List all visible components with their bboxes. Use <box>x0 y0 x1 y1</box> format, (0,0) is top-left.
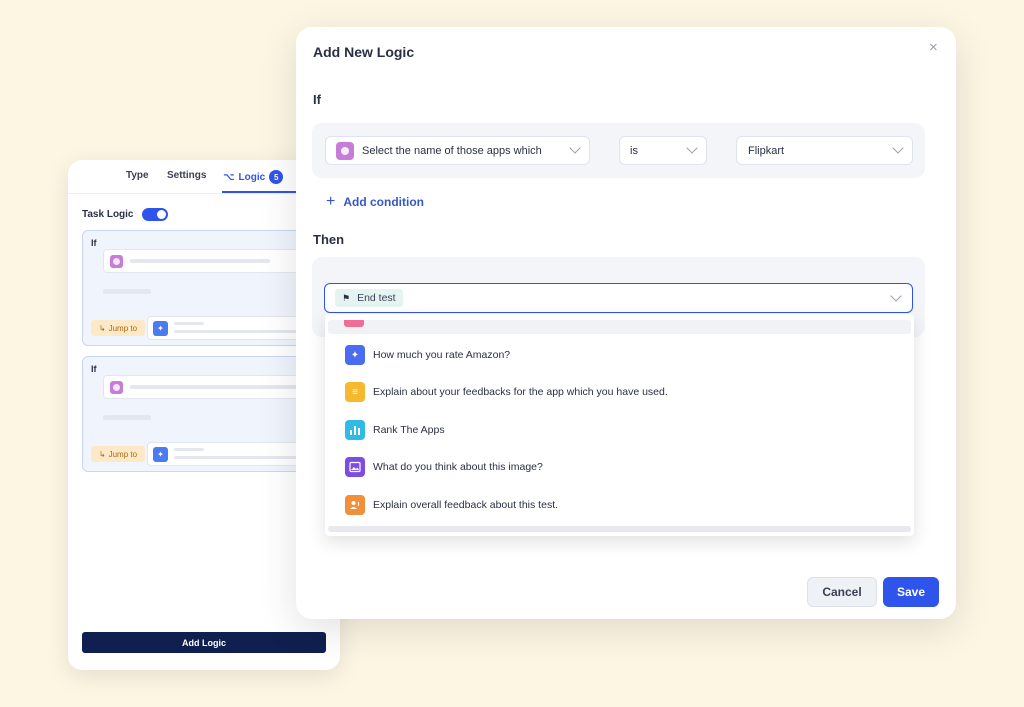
task-logic-setting: Task Logic <box>82 208 168 221</box>
dropdown-option[interactable]: ✦ How much you rate Amazon? <box>345 345 510 365</box>
add-condition-label: Add condition <box>343 195 424 209</box>
modal-title: Add New Logic <box>313 44 415 60</box>
condition-box: Select the name of those apps which is F… <box>312 123 925 178</box>
if-label: If <box>91 238 97 248</box>
text-lines-icon: ≡ <box>345 382 365 402</box>
action-dropdown: ✦ How much you rate Amazon? ≡ Explain ab… <box>325 314 914 536</box>
jump-to-badge: ↳ Jump to <box>91 446 145 462</box>
tab-logic-label: Logic <box>238 171 266 183</box>
branch-icon: ⌥ <box>223 171 235 183</box>
placeholder-bar <box>103 415 151 420</box>
option-label: What do you think about this image? <box>373 461 543 473</box>
image-icon <box>345 457 365 477</box>
add-condition-button[interactable]: + Add condition <box>326 193 424 211</box>
if-section-label: If <box>313 92 321 107</box>
close-icon[interactable]: × <box>929 39 938 56</box>
add-logic-modal: Add New Logic × If Select the name of th… <box>296 27 956 619</box>
rating-icon: ✦ <box>345 345 365 365</box>
dropdown-partial-item[interactable] <box>328 320 911 334</box>
then-section-label: Then <box>313 232 345 247</box>
dropdown-option[interactable]: What do you think about this image? <box>345 457 543 477</box>
placeholder-bar <box>174 322 204 325</box>
jump-to-badge: ↳ Jump to <box>91 320 145 336</box>
tab-logic[interactable]: ⌥ Logic 5 <box>223 170 284 184</box>
task-logic-label: Task Logic <box>82 209 134 220</box>
dropdown-option[interactable]: Rank The Apps <box>345 420 445 440</box>
bar-chart-icon <box>345 420 365 440</box>
placeholder-bar <box>130 259 270 263</box>
question-icon <box>344 320 364 327</box>
operator-select-value: is <box>630 144 638 157</box>
jump-arrow-icon: ↳ <box>98 323 106 333</box>
logic-count-badge: 5 <box>269 170 284 184</box>
cancel-button[interactable]: Cancel <box>807 577 877 607</box>
rating-icon: ✦ <box>153 321 168 336</box>
placeholder-bar <box>103 289 151 294</box>
question-select[interactable]: Select the name of those apps which <box>325 136 590 165</box>
jump-arrow-icon: ↳ <box>98 449 106 459</box>
task-logic-toggle[interactable] <box>141 208 168 221</box>
chevron-down-icon <box>686 142 698 154</box>
placeholder-bar <box>174 448 204 451</box>
logic-rule-card[interactable]: If ↳ Jump to ✦ <box>82 230 327 346</box>
add-logic-button[interactable]: Add Logic <box>82 632 326 653</box>
flag-icon: ⚑ <box>342 292 351 303</box>
chevron-down-icon <box>892 142 904 154</box>
value-select[interactable]: Flipkart <box>736 136 913 165</box>
voice-feedback-icon <box>345 495 365 515</box>
question-select-value: Select the name of those apps which <box>362 144 542 157</box>
dropdown-option[interactable]: ≡ Explain about your feedbacks for the a… <box>345 382 668 402</box>
chevron-down-icon <box>890 290 902 302</box>
condition-row[interactable] <box>103 249 327 273</box>
question-icon <box>110 255 123 268</box>
selected-action-label: End test <box>357 292 396 304</box>
question-icon <box>336 141 354 160</box>
condition-row[interactable] <box>103 375 330 399</box>
option-label: Explain overall feedback about this test… <box>373 499 559 511</box>
save-button[interactable]: Save <box>883 577 939 607</box>
question-icon <box>110 381 123 394</box>
option-label: Rank The Apps <box>373 424 445 436</box>
option-label: Explain about your feedbacks for the app… <box>373 386 668 398</box>
chevron-down-icon <box>569 142 581 154</box>
selected-action-tag: ⚑ End test <box>335 289 403 307</box>
operator-select[interactable]: is <box>619 136 707 165</box>
plus-icon: + <box>326 193 336 210</box>
action-select[interactable]: ⚑ End test <box>324 283 913 313</box>
tab-type[interactable]: Type <box>126 170 149 181</box>
logic-rule-card[interactable]: If ↳ Jump to ✦ <box>82 356 330 472</box>
jump-to-label: Jump to <box>108 323 138 333</box>
dropdown-option[interactable]: Explain overall feedback about this test… <box>345 495 558 515</box>
value-select-value: Flipkart <box>748 144 785 157</box>
dropdown-scrollbar[interactable] <box>328 526 911 532</box>
option-label: How much you rate Amazon? <box>373 349 511 361</box>
rating-icon: ✦ <box>153 447 168 462</box>
jump-to-label: Jump to <box>108 449 138 459</box>
tab-settings[interactable]: Settings <box>167 170 206 181</box>
if-label: If <box>91 364 97 374</box>
